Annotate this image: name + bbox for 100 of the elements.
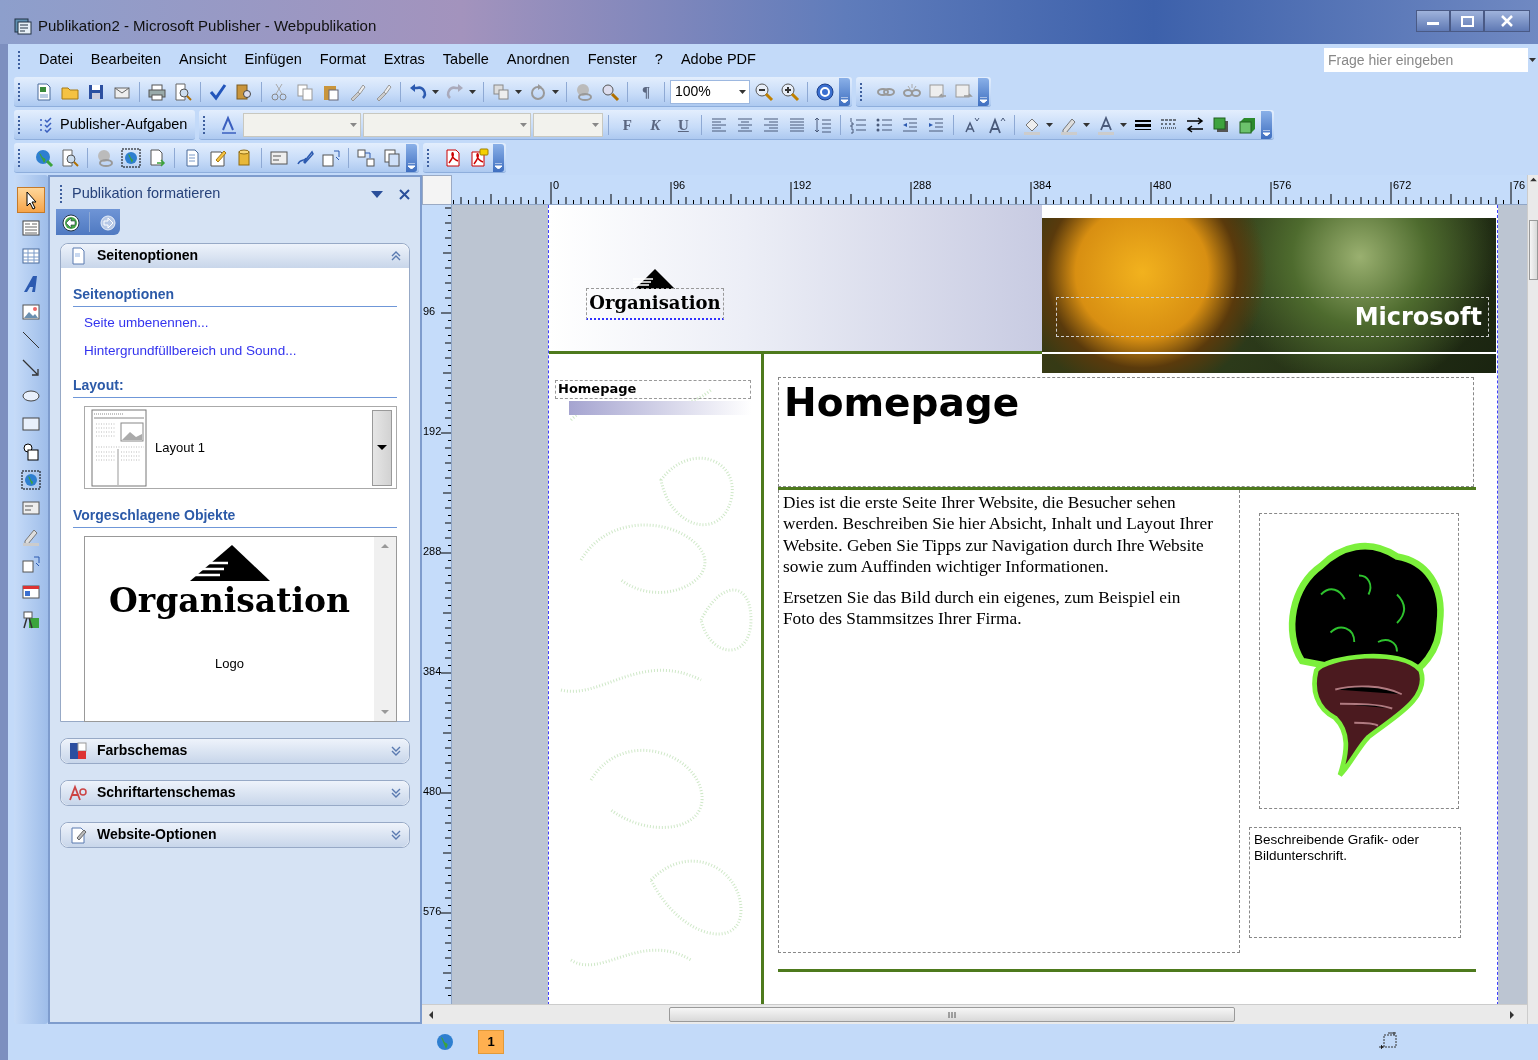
pointer-arrow-tool[interactable] (17, 186, 45, 213)
picture-icon (21, 301, 41, 322)
caret-icon[interactable] (1083, 122, 1091, 127)
vertical-scrollbar[interactable] (1527, 174, 1538, 1025)
caret-icon[interactable] (1529, 58, 1536, 62)
font-color-icon[interactable] (1096, 114, 1117, 135)
menu-item[interactable]: Extras (374, 47, 434, 73)
menu-item[interactable]: ? (645, 47, 672, 73)
nav-link[interactable]: Homepage (555, 379, 751, 399)
close-button[interactable] (1484, 10, 1530, 32)
back-arrow-icon (62, 213, 80, 232)
section-header[interactable]: Seitenoptionen (61, 243, 409, 268)
maximize-icon (1460, 15, 1474, 27)
menu-item[interactable]: Adobe PDF (671, 47, 765, 73)
magnifier-page-icon[interactable] (173, 81, 193, 102)
scrollbar-thumb[interactable] (1528, 219, 1538, 280)
page-copy-icon[interactable] (382, 147, 402, 168)
globe-frame-icon (21, 469, 41, 490)
caret-icon[interactable] (432, 89, 439, 94)
section-header[interactable]: Website-Optionen (61, 822, 409, 847)
ruler-label: 672 (1393, 179, 1412, 191)
menu-item[interactable]: Format (310, 47, 375, 73)
scrollbar-thumb[interactable] (669, 1007, 1235, 1023)
table-icon (21, 245, 41, 266)
image-caption: Beschreibende Grafik- oder Bildunterschrift. (1249, 826, 1461, 938)
ruler-label: 480 (423, 785, 442, 797)
maximize-button[interactable] (1450, 10, 1484, 32)
banner-text: Microsoft (1056, 296, 1489, 337)
minimize-button[interactable] (1416, 10, 1450, 32)
toolbar-options-button[interactable] (839, 77, 850, 106)
underline-button[interactable]: U (670, 112, 697, 137)
ruler-label: 76 (1513, 179, 1526, 191)
arrow-style-icon[interactable] (1185, 114, 1206, 135)
pdf-comment-icon[interactable] (469, 147, 489, 168)
menu-item[interactable]: Datei (30, 47, 82, 73)
page-pencil-icon (69, 825, 87, 844)
tasks-button[interactable]: Publisher-Aufgaben (32, 111, 194, 138)
task-pane-title: Publikation formatieren (72, 184, 221, 203)
caret-icon (377, 445, 387, 451)
scroll-up-icon (381, 543, 389, 550)
caret-icon (350, 122, 358, 127)
section-header[interactable]: Farbschemas (61, 738, 409, 763)
italic-button[interactable]: K (642, 112, 669, 137)
scroll-left-icon (428, 1010, 434, 1019)
menu-item[interactable]: Tabelle (433, 47, 498, 73)
caret-icon[interactable] (469, 89, 476, 94)
page-tab[interactable]: 1 (478, 1030, 504, 1055)
ruler-label: 288 (423, 545, 442, 557)
paragraph-marks-button[interactable]: ¶ (633, 79, 659, 104)
close-icon (399, 188, 410, 200)
close-icon (1501, 15, 1513, 27)
logo-text: Organisation (109, 583, 350, 620)
toolbar-options-button[interactable] (1261, 110, 1273, 139)
ruler-label: 192 (423, 425, 442, 437)
ruler-corner[interactable] (422, 174, 452, 205)
menu-item[interactable]: Anordnen (497, 47, 579, 73)
menu-item[interactable]: Bearbeiten (81, 47, 170, 73)
horizontal-scrollbar[interactable] (422, 1004, 1527, 1025)
caret-icon[interactable] (1046, 122, 1054, 127)
menu-item[interactable]: Ansicht (170, 47, 236, 73)
page-icon (69, 246, 87, 265)
layout-dropdown[interactable]: Layout 1 (84, 406, 397, 490)
bold-button[interactable]: F (614, 112, 641, 137)
magnifier-icon[interactable] (600, 81, 620, 102)
new-page-icon[interactable] (34, 81, 54, 102)
zoom-out-icon[interactable] (754, 81, 774, 102)
dropdown-arrow-icon (371, 190, 383, 198)
menu-item[interactable]: Einfügen (235, 47, 311, 73)
copy-icon[interactable] (295, 81, 315, 102)
option-link[interactable]: Seite umbenennen... (84, 312, 397, 334)
back-button[interactable] (62, 212, 80, 232)
caret-icon[interactable] (515, 89, 522, 94)
section-header[interactable]: Schriftartenschemas (61, 780, 409, 805)
scrollbar[interactable] (374, 537, 396, 722)
help-question-field[interactable]: Frage hier eingeben (1323, 47, 1529, 73)
scissors-icon[interactable] (269, 81, 289, 102)
chevron-down-icon (1263, 129, 1271, 136)
magnifier-page-icon[interactable] (60, 147, 80, 168)
forward-button[interactable] (99, 212, 117, 232)
ruler-label: 96 (673, 179, 686, 191)
option-link[interactable]: Hintergrundfüllbereich und Sound... (84, 341, 397, 362)
caret-icon[interactable] (552, 89, 559, 94)
page-arrow-icon[interactable] (147, 147, 167, 168)
toolbar-options-button[interactable] (978, 77, 989, 106)
help-icon[interactable] (815, 81, 835, 102)
toolbar-options-button[interactable] (406, 143, 417, 172)
caret-icon[interactable] (1120, 122, 1128, 127)
ruler-label: 0 (553, 179, 560, 191)
zoom-dropdown[interactable]: 100% (670, 79, 750, 104)
window-title: Publikation2 - Microsoft Publisher - Webpublikation (38, 15, 377, 36)
toolbar-options-button[interactable] (493, 143, 504, 172)
zoom-in-icon[interactable] (780, 81, 800, 102)
globe-arrow-icon[interactable] (34, 147, 54, 168)
pdf-icon[interactable] (443, 147, 463, 168)
printer-icon[interactable] (147, 81, 167, 102)
section-heading: Vorgeschlagene Objekte (73, 505, 397, 529)
ruler-label: 384 (423, 665, 442, 677)
globe-frame-icon[interactable] (121, 147, 141, 168)
menu-item[interactable]: Fenster (578, 47, 646, 73)
autoshapes-icon (21, 441, 41, 462)
